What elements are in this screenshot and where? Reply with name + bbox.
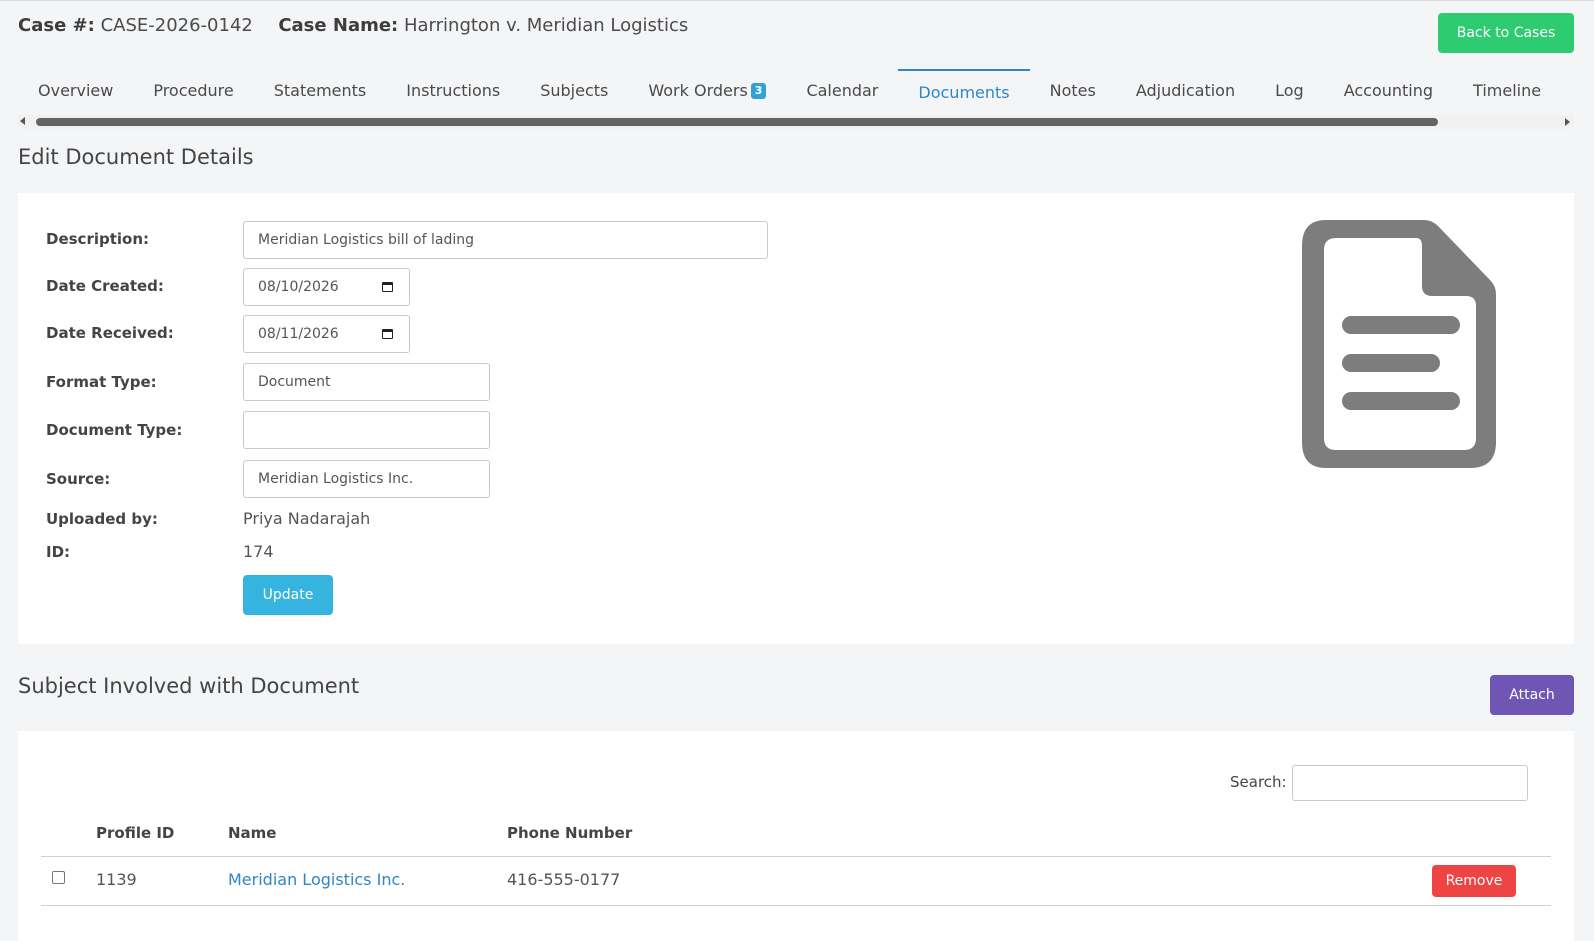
tab-timeline[interactable]: Timeline (1453, 69, 1561, 113)
tab-overview[interactable]: Overview (18, 69, 133, 113)
tab-work-orders[interactable]: Work Orders 3 (628, 69, 786, 113)
tab-label: Timeline (1473, 81, 1542, 100)
date-received-label: Date Received: (46, 324, 174, 342)
date-created-input[interactable]: 08/10/2026 (243, 268, 410, 306)
uploaded-by-value: Priya Nadarajah (243, 509, 371, 528)
date-created-label: Date Created: (46, 277, 164, 295)
tab-label: Work Orders (648, 81, 748, 100)
search-label: Search: (1230, 773, 1287, 791)
tab-accounting[interactable]: Accounting (1324, 69, 1453, 113)
source-input[interactable] (243, 460, 490, 498)
description-input[interactable] (243, 221, 768, 259)
uploaded-by-label: Uploaded by: (46, 510, 158, 528)
document-type-input[interactable] (243, 411, 490, 449)
remove-button[interactable]: Remove (1432, 865, 1516, 897)
search-input[interactable] (1292, 765, 1528, 801)
case-number-label: Case #: (18, 15, 95, 36)
calendar-icon[interactable] (382, 329, 393, 339)
edit-section-title: Edit Document Details (18, 145, 254, 169)
document-type-label: Document Type: (46, 421, 183, 439)
format-type-input[interactable] (243, 363, 490, 401)
description-label: Description: (46, 230, 150, 248)
work-orders-count-badge: 3 (750, 83, 767, 99)
date-received-value: 08/11/2026 (258, 326, 339, 342)
date-received-input[interactable]: 08/11/2026 (243, 315, 410, 353)
row-profile-id: 1139 (96, 870, 137, 889)
file-document-icon (1302, 220, 1496, 468)
tabs-scrollbar[interactable] (18, 115, 1574, 129)
row-checkbox[interactable] (52, 871, 65, 884)
tab-adjudication[interactable]: Adjudication (1116, 69, 1255, 113)
tab-label: Log (1275, 81, 1304, 100)
column-header-name[interactable]: Name (228, 824, 276, 842)
column-header-phone[interactable]: Phone Number (507, 824, 632, 842)
scroll-left-icon[interactable] (20, 117, 25, 125)
table-row-divider (41, 905, 1551, 906)
column-header-profile-id[interactable]: Profile ID (96, 824, 174, 842)
tab-calendar[interactable]: Calendar (786, 69, 898, 113)
case-header: Case #: CASE-2026-0142 Case Name: Harrin… (18, 15, 688, 36)
case-number: CASE-2026-0142 (100, 15, 253, 36)
tab-label: Documents (918, 83, 1010, 102)
tab-log[interactable]: Log (1255, 69, 1324, 113)
tab-label: Statements (273, 81, 367, 100)
tab-label: Subjects (540, 81, 609, 100)
id-label: ID: (46, 543, 71, 561)
case-name-label: Case Name: (278, 15, 399, 36)
tab-label: Calendar (806, 81, 879, 100)
subjects-section-title: Subject Involved with Document (18, 674, 360, 698)
update-button[interactable]: Update (243, 575, 333, 615)
tab-instructions[interactable]: Instructions (386, 69, 520, 113)
id-value: 174 (243, 542, 274, 561)
tab-label: Adjudication (1135, 81, 1236, 100)
scrollbar-thumb[interactable] (36, 118, 1438, 126)
case-tabs: Overview Procedure Statements Instructions S… (18, 69, 1574, 113)
tab-documents[interactable]: Documents (898, 69, 1030, 113)
attach-button[interactable]: Attach (1490, 675, 1574, 715)
row-phone: 416-555-0177 (507, 870, 621, 889)
tab-label: Accounting (1343, 81, 1434, 100)
calendar-icon[interactable] (382, 282, 393, 292)
tab-statements[interactable]: Statements (254, 69, 387, 113)
tab-label: Overview (38, 81, 114, 100)
tab-label: Instructions (406, 81, 501, 100)
tab-procedure[interactable]: Procedure (133, 69, 253, 113)
date-created-value: 08/10/2026 (258, 279, 339, 295)
row-name-link[interactable]: Meridian Logistics Inc. (228, 870, 405, 889)
tab-subjects[interactable]: Subjects (520, 69, 628, 113)
tab-label: Notes (1049, 81, 1096, 100)
subjects-card: Search: Profile ID Name Phone Number 113… (18, 731, 1574, 941)
case-name: Harrington v. Meridian Logistics (403, 15, 689, 36)
scroll-right-icon[interactable] (1565, 118, 1570, 126)
tab-label: Procedure (153, 81, 234, 100)
source-label: Source: (46, 470, 111, 488)
tab-notes[interactable]: Notes (1030, 69, 1116, 113)
back-to-cases-button[interactable]: Back to Cases (1438, 13, 1574, 53)
format-type-label: Format Type: (46, 373, 157, 391)
